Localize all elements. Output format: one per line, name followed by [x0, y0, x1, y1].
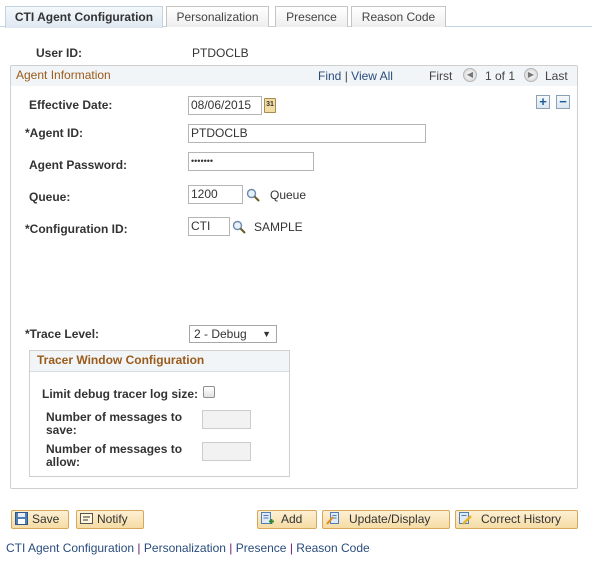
messages-to-allow-label: Number of messages to allow: [46, 443, 182, 469]
trace-level-label: *Trace Level: [25, 327, 99, 341]
agent-id-input[interactable]: PTDOCLB [188, 124, 426, 143]
notify-icon [80, 513, 93, 524]
queue-description: Queue [270, 188, 307, 202]
messages-to-save-input[interactable] [202, 410, 251, 429]
tab-cti-agent-configuration[interactable]: CTI Agent Configuration [5, 6, 163, 28]
notify-button[interactable]: Notify [76, 510, 144, 529]
footer-separator: | [229, 541, 233, 555]
add-icon [261, 512, 274, 524]
find-link[interactable]: Find [318, 69, 341, 83]
messages-to-allow-label-line2: allow: [46, 455, 81, 469]
correct-history-button-label: Correct History [481, 512, 562, 526]
save-icon [15, 512, 28, 525]
agent-id-label: *Agent ID: [25, 126, 83, 140]
nav-separator: | [344, 69, 348, 83]
user-id-label: User ID: [36, 46, 83, 60]
trace-level-label-text: *Trace Level: [25, 327, 100, 341]
tab-personalization[interactable]: Personalization [166, 6, 269, 27]
update-display-icon [326, 512, 339, 525]
limit-log-size-label: Limit debug tracer log size: [42, 387, 199, 401]
trace-level-value: 2 - Debug [194, 327, 247, 341]
limit-log-size-checkbox[interactable] [203, 386, 215, 398]
configuration-lookup-icon[interactable] [232, 220, 246, 234]
trace-level-select[interactable]: 2 - Debug ▼ [189, 325, 277, 343]
update-display-button-label: Update/Display [349, 512, 431, 526]
footer-link-reason-code[interactable]: Reason Code [296, 541, 369, 555]
footer-link-presence[interactable]: Presence [236, 541, 287, 555]
queue-label: Queue: [29, 190, 71, 204]
add-button-label: Add [281, 512, 303, 526]
effective-date-input[interactable]: 08/06/2015 [188, 96, 262, 115]
footer-link-cti-agent-configuration[interactable]: CTI Agent Configuration [6, 541, 134, 555]
footer-separator: | [137, 541, 141, 555]
agent-information-title: Agent Information [16, 68, 111, 82]
first-label: First [429, 69, 453, 83]
tracer-window-title: Tracer Window Configuration [37, 353, 205, 367]
last-label: Last [545, 69, 568, 83]
correct-history-button[interactable]: Correct History [455, 510, 578, 529]
next-row-icon[interactable]: ▶ [524, 68, 538, 82]
configuration-id-label: *Configuration ID: [25, 222, 128, 236]
view-all-link[interactable]: View All [351, 69, 393, 83]
configuration-id-input[interactable]: CTI [188, 217, 230, 236]
messages-to-save-label: Number of messages to save: [46, 411, 182, 437]
calendar-icon[interactable]: 31 [264, 98, 276, 113]
correct-history-icon [459, 512, 472, 525]
queue-input[interactable]: 1200 [188, 185, 243, 204]
delete-row-button[interactable]: − [556, 95, 570, 109]
agent-password-input[interactable]: ••••••• [188, 152, 314, 171]
user-id-value: PTDOCLB [192, 46, 249, 60]
configuration-description: SAMPLE [254, 220, 303, 234]
save-button-label: Save [32, 512, 60, 526]
save-button[interactable]: Save [11, 510, 69, 529]
update-display-button[interactable]: Update/Display [322, 510, 450, 529]
footer-links: CTI Agent Configuration | Personalizatio… [6, 541, 370, 555]
footer-link-personalization[interactable]: Personalization [144, 541, 226, 555]
row-count: 1 of 1 [485, 69, 516, 83]
agent-password-label: Agent Password: [29, 158, 128, 172]
footer-separator: | [289, 541, 293, 555]
previous-row-icon[interactable]: ◀ [463, 68, 477, 82]
add-button[interactable]: Add [257, 510, 317, 529]
tab-presence[interactable]: Presence [275, 6, 348, 27]
add-row-button[interactable]: + [536, 95, 550, 109]
messages-to-allow-input[interactable] [202, 442, 251, 461]
group-nav: Find | View All [318, 69, 393, 83]
messages-to-save-label-line2: save: [46, 423, 77, 437]
tab-reason-code[interactable]: Reason Code [351, 6, 446, 27]
effective-date-label: Effective Date: [29, 98, 113, 112]
notify-button-label: Notify [97, 512, 128, 526]
dropdown-arrow-icon: ▼ [262, 329, 271, 339]
queue-lookup-icon[interactable] [246, 188, 260, 202]
